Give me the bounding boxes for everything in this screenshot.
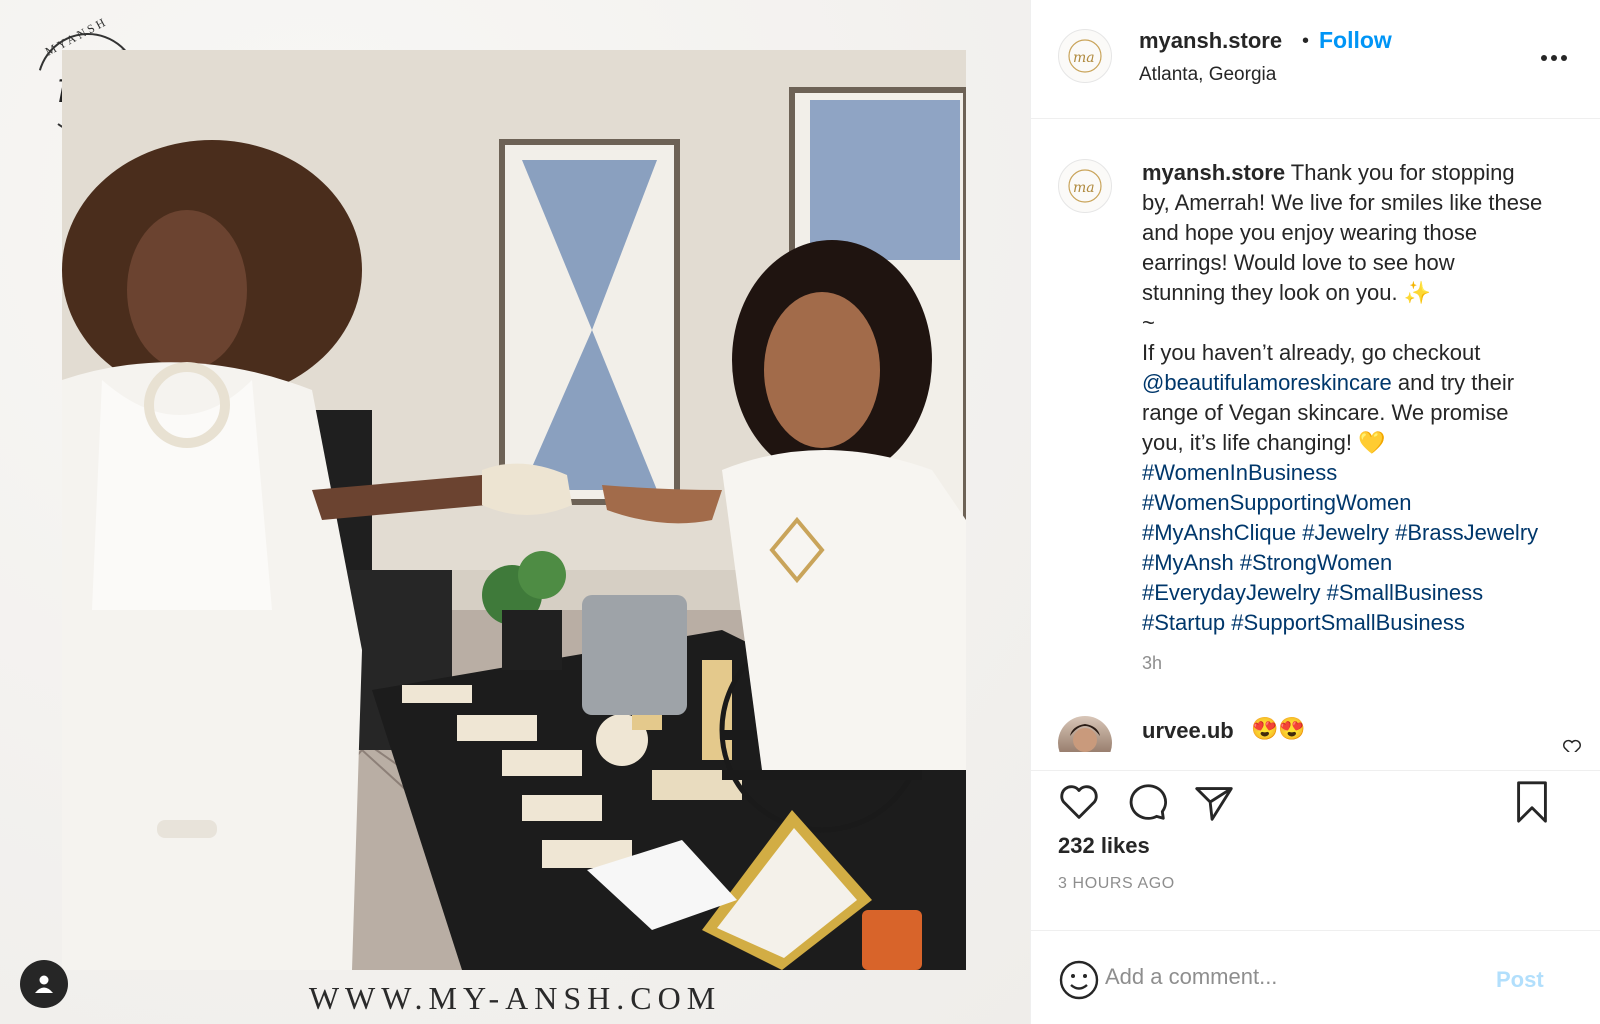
hashtag-line[interactable]: #MyAnsh #StrongWomen xyxy=(1142,548,1582,578)
logo-avatar-icon: ma xyxy=(1068,39,1102,73)
profile-avatar[interactable]: ma xyxy=(1058,29,1112,83)
share-icon[interactable] xyxy=(1191,779,1237,825)
post-media[interactable]: MYANSH ma xyxy=(0,0,1030,1024)
tagged-users-button[interactable] xyxy=(20,960,68,1008)
post-header: ma myansh.store • Follow Atlanta, Georgi… xyxy=(1031,0,1600,119)
person-icon xyxy=(35,975,53,993)
comment-heart-icon[interactable] xyxy=(1561,736,1583,752)
caption-line: and try their xyxy=(1391,370,1515,395)
caption-timestamp: 3h xyxy=(1142,653,1163,673)
comment-input[interactable] xyxy=(1101,955,1461,999)
caption-line: range of Vegan skincare. We promise xyxy=(1142,400,1509,425)
follow-button[interactable]: Follow xyxy=(1319,27,1392,54)
caption-section: ma myansh.store Thank you for stopping b… xyxy=(1031,120,1600,770)
website-watermark: WWW.MY-ANSH.COM xyxy=(308,980,722,1016)
likes-count[interactable]: 232 likes xyxy=(1058,833,1150,859)
hashtag-line[interactable]: #WomenInBusiness xyxy=(1142,458,1582,488)
comment-item: urvee.ub 😍😍 xyxy=(1031,712,1600,752)
caption-line: you, it’s life changing! 💛 xyxy=(1142,430,1386,455)
emoji-icon[interactable] xyxy=(1058,959,1100,1001)
commenter-avatar[interactable] xyxy=(1058,716,1112,752)
location-link[interactable]: Atlanta, Georgia xyxy=(1139,64,1276,86)
caption-line: Thank you for stopping xyxy=(1290,160,1515,185)
header-username[interactable]: myansh.store xyxy=(1139,28,1282,54)
heart-icon[interactable] xyxy=(1056,779,1102,825)
post-actions: 232 likes 3 HOURS AGO xyxy=(1031,770,1600,930)
ellipsis-icon[interactable] xyxy=(1536,43,1576,73)
caption-line: by, Amerrah! We live for smiles like the… xyxy=(1142,190,1543,215)
comment-icon[interactable] xyxy=(1124,779,1170,825)
post-button[interactable]: Post xyxy=(1496,967,1544,993)
hashtag-line[interactable]: #Startup #SupportSmallBusiness xyxy=(1142,608,1582,638)
caption-line: and hope you enjoy wearing those xyxy=(1142,220,1478,245)
caption-username[interactable]: myansh.store xyxy=(1142,160,1285,185)
hashtag-line[interactable]: #MyAnshClique #Jewelry #BrassJewelry xyxy=(1142,518,1582,548)
post-photo xyxy=(62,50,966,970)
svg-text:ma: ma xyxy=(1073,50,1095,66)
logo-avatar-icon: ma xyxy=(1068,169,1102,203)
hashtag-line[interactable]: #EverydayJewelry #SmallBusiness xyxy=(1142,578,1582,608)
caption-line: ~ xyxy=(1142,310,1155,335)
avatar-photo xyxy=(1070,724,1100,752)
post-sidebar: ma myansh.store • Follow Atlanta, Georgi… xyxy=(1030,0,1600,1024)
caption-line: earrings! Would love to see how xyxy=(1142,250,1455,275)
header-separator: • xyxy=(1302,30,1310,52)
post-timestamp: 3 HOURS AGO xyxy=(1058,875,1175,892)
bookmark-icon[interactable] xyxy=(1509,779,1555,825)
caption-text: myansh.store Thank you for stopping by, … xyxy=(1142,158,1582,638)
caption-line: stunning they look on you. ✨ xyxy=(1142,280,1432,305)
commenter-username[interactable]: urvee.ub xyxy=(1142,718,1234,744)
svg-text:ma: ma xyxy=(1073,180,1095,196)
caption-line: If you haven’t already, go checkout xyxy=(1142,340,1481,365)
mention-link[interactable]: @beautifulamoreskincare xyxy=(1142,370,1392,395)
caption-avatar[interactable]: ma xyxy=(1058,159,1112,213)
hashtag-line[interactable]: #WomenSupportingWomen xyxy=(1142,488,1582,518)
add-comment-bar: Post xyxy=(1031,930,1600,1024)
comment-text: 😍😍 xyxy=(1251,716,1306,741)
